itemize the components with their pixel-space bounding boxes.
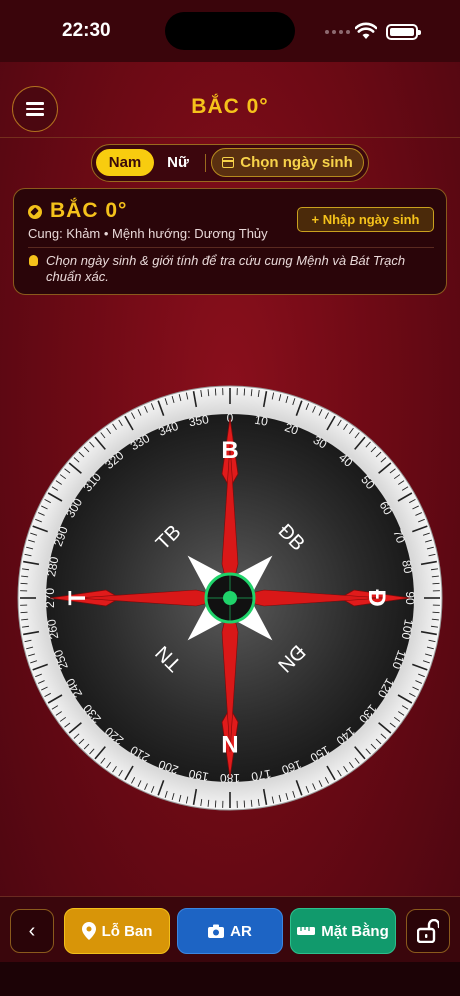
lightbulb-icon <box>29 255 38 266</box>
ruler-icon <box>297 927 316 935</box>
degree-label: 10 <box>253 413 269 429</box>
pick-birthdate-label: Chọn ngày sinh <box>240 154 353 171</box>
card-divider <box>28 247 434 248</box>
floor-plan-button[interactable]: Mặt Bằng <box>290 908 396 954</box>
lock-button[interactable] <box>406 909 450 953</box>
pick-birthdate-button[interactable]: Chọn ngày sinh <box>211 148 364 177</box>
direction-heading: BẮC 0° <box>50 199 128 222</box>
unlock-icon <box>417 919 439 943</box>
app-root: 22:30 BẮC 0° Nam Nữ Chọn ngày sinh BẮC 0… <box>0 0 460 996</box>
bottom-toolbar: ‹ Lỗ Ban AR Mặt Bằng <box>0 896 460 962</box>
loban-label: Lỗ Ban <box>101 922 153 940</box>
location-pin-icon <box>81 922 96 940</box>
chevron-left-icon: ‹ <box>28 919 36 942</box>
dynamic-island <box>165 12 295 50</box>
cardinal-west: T <box>64 590 91 605</box>
cardinal-south: N <box>221 730 238 757</box>
compass-svg: 0102030405060708090100110120130140150160… <box>17 385 443 811</box>
wifi-icon <box>355 22 377 39</box>
status-bar: 22:30 <box>0 0 460 62</box>
calendar-icon <box>222 157 235 168</box>
gender-selector: Nam Nữ Chọn ngày sinh <box>91 144 369 182</box>
compass-dial[interactable]: 0102030405060708090100110120130140150160… <box>16 384 444 812</box>
compass-icon <box>28 205 42 219</box>
battery-icon <box>386 24 421 40</box>
enter-birthdate-button[interactable]: + Nhập ngày sinh <box>297 207 434 232</box>
center-dot <box>223 591 237 605</box>
gender-male-option[interactable]: Nam <box>96 149 154 176</box>
direction-subtitle: Cung: Khảm • Mệnh hướng: Dương Thủy <box>28 226 268 241</box>
ar-label: AR <box>230 922 252 940</box>
status-time: 22:30 <box>62 20 111 41</box>
hint-text: Chọn ngày sinh & giới tính để tra cứu cu… <box>46 253 406 284</box>
camera-icon <box>208 924 225 938</box>
direction-info-card: BẮC 0° Cung: Khảm • Mệnh hướng: Dương Th… <box>13 188 447 295</box>
loban-button[interactable]: Lỗ Ban <box>64 908 170 954</box>
floor-plan-label: Mặt Bằng <box>321 922 389 940</box>
cardinal-north: B <box>221 437 238 464</box>
top-bar: BẮC 0° <box>0 62 460 138</box>
signal-icon <box>325 30 350 34</box>
degree-label: 80 <box>399 559 415 575</box>
home-indicator-area <box>0 962 460 996</box>
page-title: BẮC 0° <box>191 95 269 118</box>
cardinal-east: Đ <box>363 589 390 606</box>
ar-button[interactable]: AR <box>177 908 283 954</box>
gender-female-option[interactable]: Nữ <box>158 149 198 176</box>
segment-divider <box>205 154 206 172</box>
header-divider <box>0 137 460 138</box>
back-button[interactable]: ‹ <box>10 909 54 953</box>
